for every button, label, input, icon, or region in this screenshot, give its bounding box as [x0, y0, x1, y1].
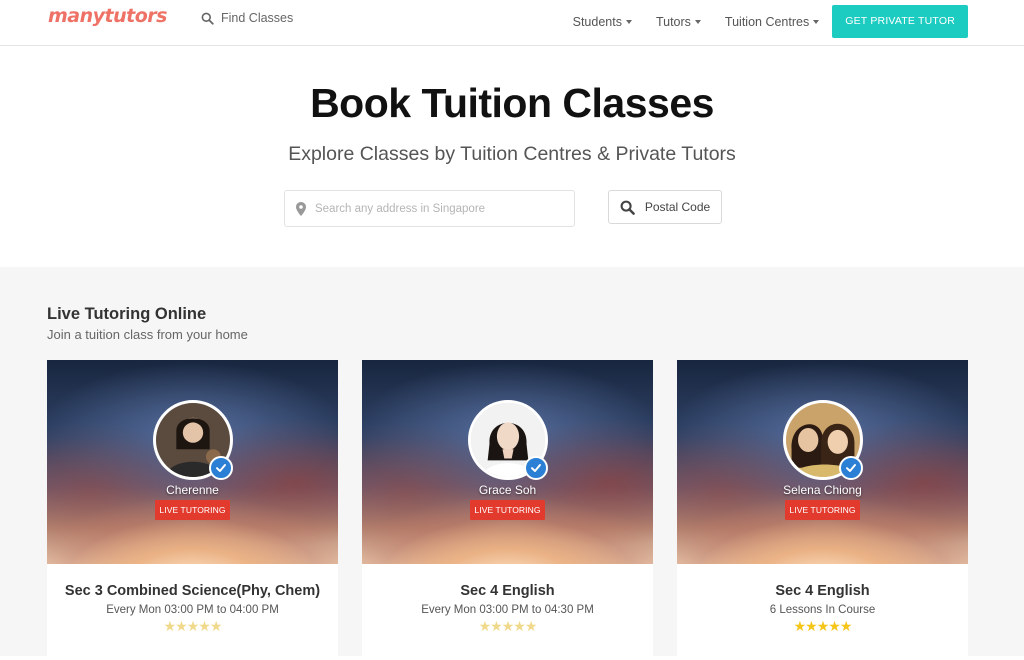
class-card[interactable]: Cherenne LIVE TUTORING Sec 3 Combined Sc… — [47, 360, 338, 660]
tutor-name: Selena Chiong — [783, 483, 862, 497]
get-private-tutor-button[interactable]: GET PRIVATE TUTOR — [832, 5, 968, 38]
rating-stars: ★★★★★ — [793, 618, 853, 634]
verified-check-icon — [209, 456, 233, 480]
rating-stars: ★★★★★ — [478, 618, 538, 634]
find-classes-link[interactable]: Find Classes — [201, 11, 293, 25]
rating-stars: ★★★★★ — [163, 618, 223, 634]
section-title: Live Tutoring Online — [47, 305, 207, 323]
search-icon — [201, 12, 214, 25]
tutor-name: Grace Soh — [478, 483, 537, 497]
card-banner: Cherenne LIVE TUTORING — [47, 360, 338, 564]
map-pin-icon — [296, 201, 306, 216]
caret-down-icon — [813, 19, 820, 24]
class-title[interactable]: Sec 4 English — [677, 583, 968, 599]
caret-down-icon — [625, 19, 632, 24]
page-title: Book Tuition Classes — [310, 80, 714, 126]
live-tutoring-badge: LIVE TUTORING — [155, 500, 230, 520]
nav-students-dropdown[interactable]: Students — [573, 15, 632, 29]
manytutors-logo[interactable]: manytutors — [48, 5, 167, 27]
tutor-name: Cherenne — [166, 483, 219, 497]
card-banner: Selena Chiong LIVE TUTORING — [677, 360, 968, 564]
class-title[interactable]: Sec 4 English — [362, 583, 653, 599]
verified-check-icon — [839, 456, 863, 480]
class-schedule: Every Mon 03:00 PM to 04:30 PM — [421, 604, 594, 616]
class-card[interactable]: Grace Soh LIVE TUTORING Sec 4 English Ev… — [362, 360, 653, 660]
nav-tutors-dropdown[interactable]: Tutors — [656, 15, 701, 29]
live-tutoring-badge: LIVE TUTORING — [785, 500, 860, 520]
search-icon — [620, 200, 635, 215]
nav-tuition-centres-dropdown[interactable]: Tuition Centres — [724, 14, 820, 29]
class-title[interactable]: Sec 3 Combined Science(Phy, Chem) — [47, 583, 338, 599]
nav-tutors-label: Tutors — [655, 14, 691, 29]
class-card[interactable]: Selena Chiong LIVE TUTORING Sec 4 Englis… — [677, 360, 968, 660]
caret-down-icon — [694, 19, 701, 24]
live-tutoring-badge: LIVE TUTORING — [470, 500, 545, 520]
section-subtitle: Join a tuition class from your home — [47, 327, 248, 342]
card-banner: Grace Soh LIVE TUTORING — [362, 360, 653, 564]
verified-check-icon — [524, 456, 548, 480]
postal-code-label: Postal Code — [644, 200, 711, 214]
top-navigation-bar: manytutors Find Classes Students Tutors … — [0, 0, 1024, 46]
nav-tuition-centres-label: Tuition Centres — [724, 14, 810, 29]
main-nav: Students Tutors Tuition Centres GET PRIV… — [573, 5, 968, 38]
nav-students-label: Students — [572, 14, 622, 29]
address-search-input[interactable]: Search any address in Singapore — [284, 190, 575, 227]
live-tutoring-section: Live Tutoring Online Join a tuition clas… — [0, 267, 1024, 660]
class-schedule: Every Mon 03:00 PM to 04:00 PM — [106, 604, 279, 616]
address-search-placeholder: Search any address in Singapore — [315, 202, 486, 215]
postal-code-button[interactable]: Postal Code — [608, 190, 722, 224]
class-schedule: 6 Lessons In Course — [769, 604, 876, 616]
find-classes-label: Find Classes — [221, 11, 294, 25]
page-subtitle: Explore Classes by Tuition Centres & Pri… — [288, 143, 736, 165]
